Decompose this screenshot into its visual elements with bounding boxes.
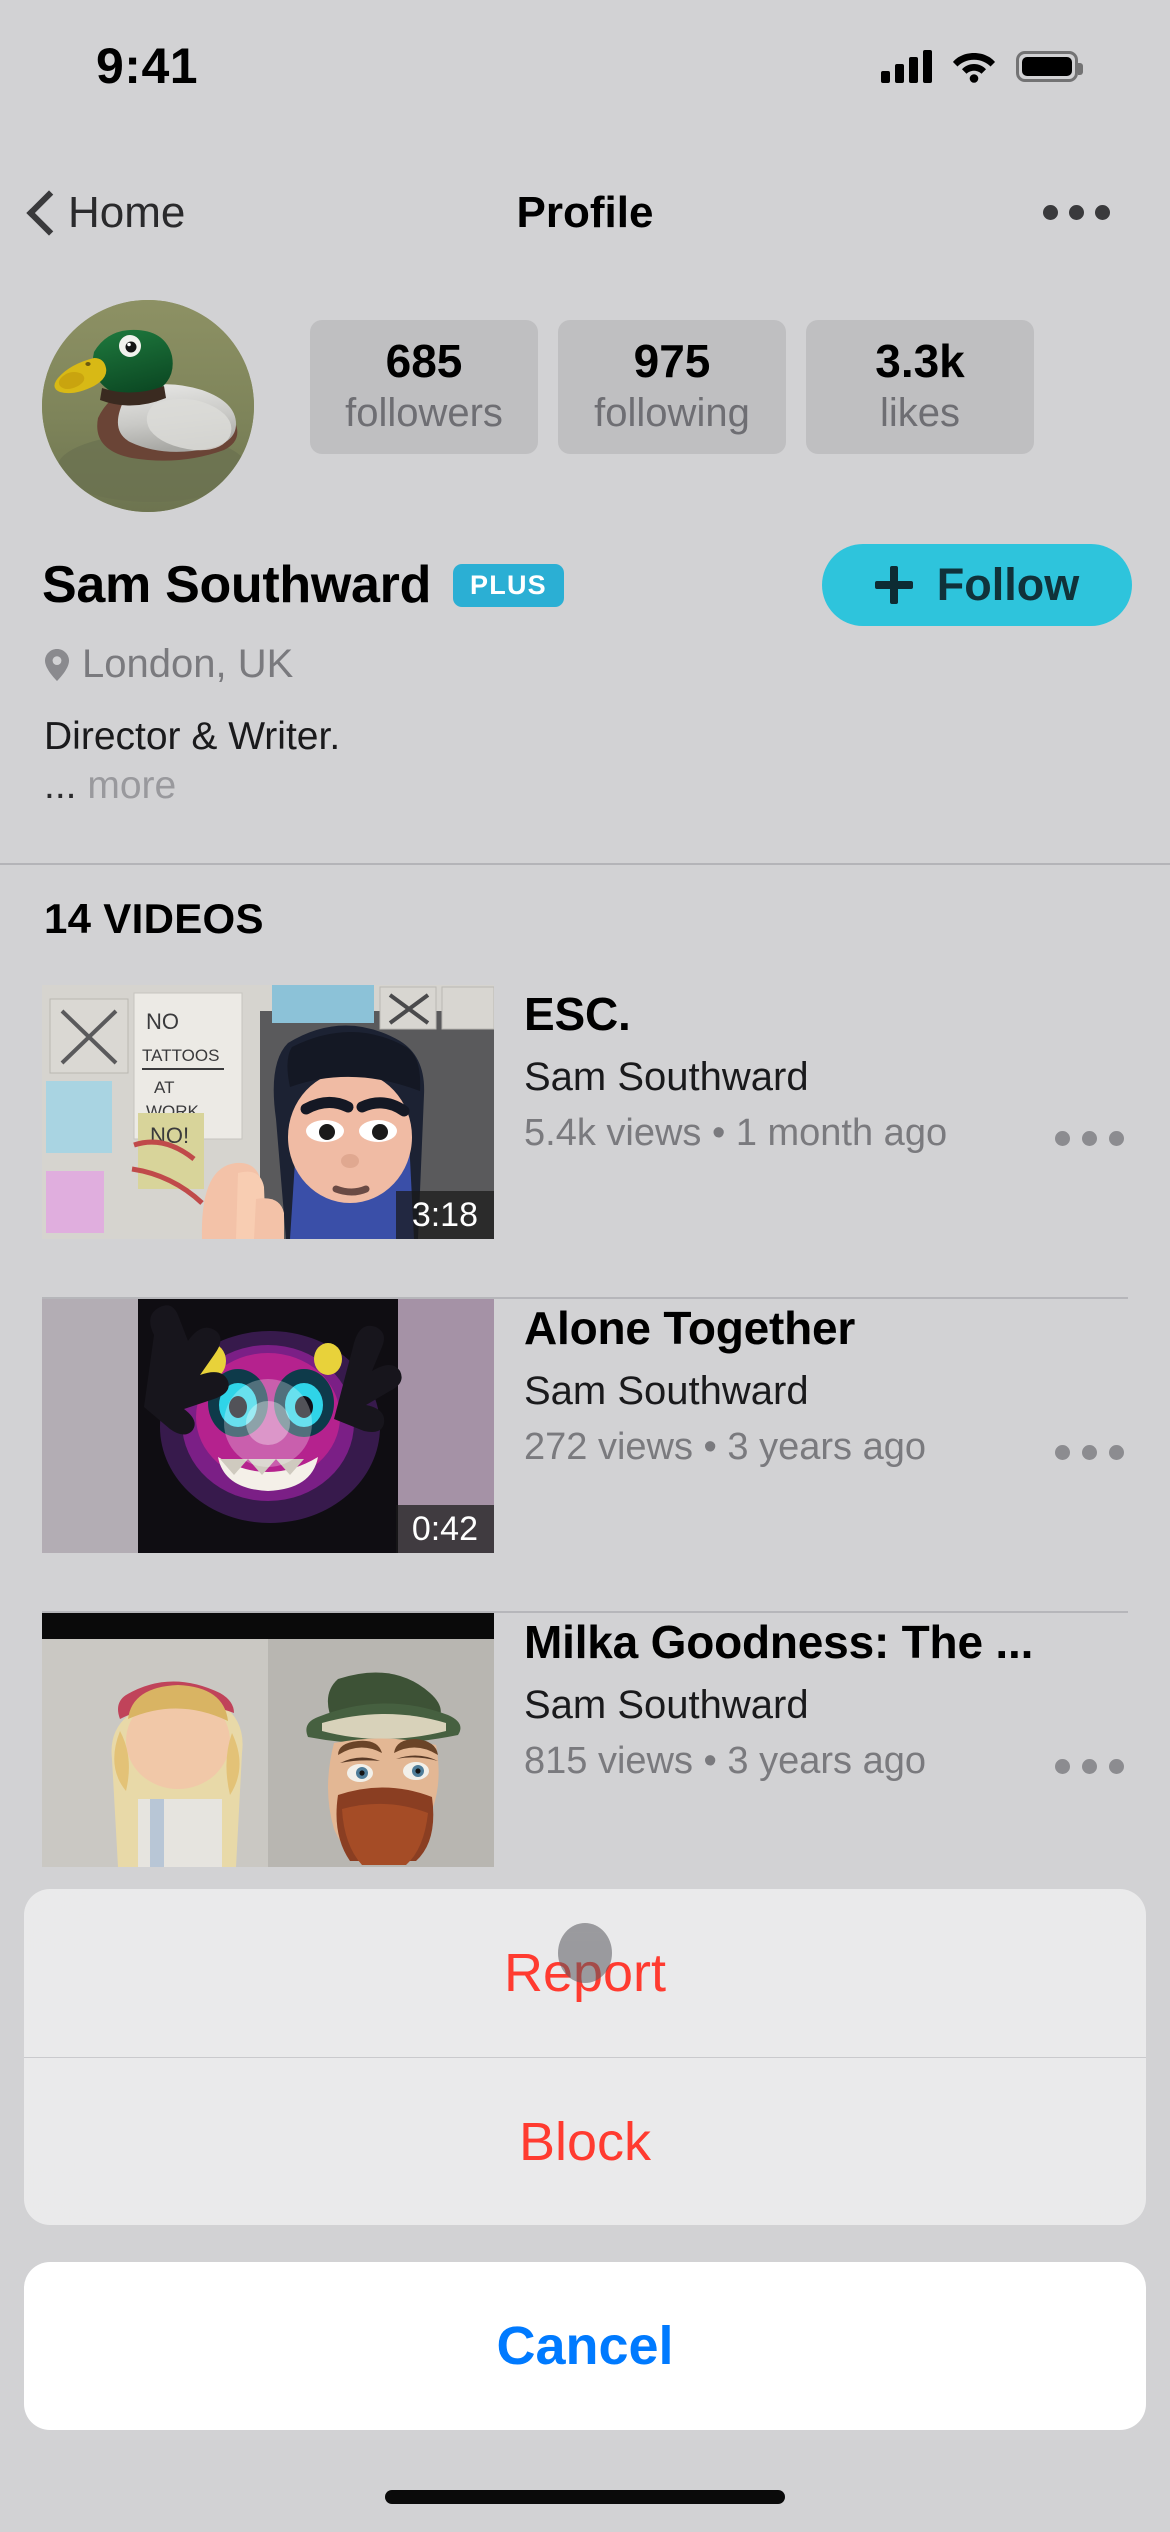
bio-more-button[interactable]: ... more: [44, 764, 1170, 808]
video-thumbnail[interactable]: NO TATTOOS AT WORK NO! 3:18: [42, 985, 494, 1239]
svg-text:TATTOOS: TATTOOS: [142, 1046, 219, 1065]
action-sheet-cancel-button[interactable]: Cancel: [24, 2262, 1146, 2430]
plus-icon: [874, 566, 913, 604]
ellipsis-icon-dot: [1069, 205, 1084, 220]
follow-button-label: Follow: [936, 559, 1080, 610]
video-list-item[interactable]: NO TATTOOS AT WORK NO! 3:18 ESC. Sam Sou…: [0, 985, 1170, 1299]
stat-followers-value: 685: [385, 334, 463, 387]
stat-followers-label: followers: [345, 391, 503, 436]
profile-header: 685 followers 975 following 3.3k likes S…: [0, 300, 1170, 808]
stat-likes-value: 3.3k: [875, 334, 965, 387]
stat-likes[interactable]: 3.3k likes: [806, 320, 1034, 454]
ellipsis-icon-dot: [1095, 205, 1110, 220]
ellipsis-icon-dot: [1055, 1445, 1070, 1460]
status-bar-indicators: [881, 49, 1083, 83]
video-title: ESC.: [524, 988, 631, 1040]
stat-likes-label: likes: [879, 391, 961, 436]
video-channel: Sam Southward: [524, 1369, 809, 1413]
ellipsis-icon-dot: [1055, 1131, 1070, 1146]
ellipsis-icon-dot: [1109, 1759, 1124, 1774]
video-more-button[interactable]: [1055, 1131, 1124, 1146]
stat-following-value: 975: [633, 334, 711, 387]
stat-following[interactable]: 975 following: [558, 320, 786, 454]
svg-text:NO: NO: [146, 1009, 179, 1034]
ellipsis-icon-dot: [1043, 205, 1058, 220]
cellular-signal-icon: [881, 49, 932, 83]
ellipsis-icon-dot: [1082, 1445, 1097, 1460]
section-divider: [0, 863, 1170, 865]
profile-bio-text: Director & Writer.: [44, 715, 341, 758]
ellipsis-icon-dot: [1055, 1759, 1070, 1774]
profile-bio: Director & Writer. ... more: [0, 713, 1170, 808]
action-sheet-block-label: Block: [518, 2111, 652, 2172]
ellipsis-icon-dot: [1109, 1131, 1124, 1146]
wifi-icon: [952, 49, 996, 83]
video-list-item[interactable]: 0:42 Alone Together Sam Southward 272 vi…: [0, 1299, 1170, 1613]
map-pin-icon: [44, 648, 70, 682]
video-thumbnail[interactable]: [42, 1613, 494, 1867]
profile-location-text: London, UK: [82, 642, 294, 686]
navigation-bar: Home Profile: [0, 165, 1170, 260]
video-channel: Sam Southward: [524, 1683, 809, 1727]
ellipsis-icon-dot: [1082, 1759, 1097, 1774]
more-options-button[interactable]: [1043, 165, 1110, 260]
video-meta: Alone Together Sam Southward 272 views •…: [524, 1299, 1170, 1469]
video-title: Alone Together: [524, 1302, 856, 1354]
avatar[interactable]: [42, 300, 254, 512]
stat-followers[interactable]: 685 followers: [310, 320, 538, 454]
video-duration: 3:18: [395, 1191, 494, 1239]
profile-location: London, UK: [0, 642, 1170, 687]
page-title: Profile: [516, 187, 654, 237]
bio-more-label: more: [87, 763, 177, 807]
video-list: NO TATTOOS AT WORK NO! 3:18 ESC. Sam Sou…: [0, 985, 1170, 1927]
bio-ellipsis: ...: [44, 763, 88, 807]
profile-name-row: Sam Southward PLUS Follow: [0, 544, 1170, 626]
action-sheet-cancel-label: Cancel: [496, 2316, 674, 2376]
ellipsis-icon-dot: [1109, 1445, 1124, 1460]
action-sheet-report-button[interactable]: Report: [24, 1889, 1146, 2057]
video-list-item[interactable]: Milka Goodness: The ... Sam Southward 81…: [0, 1613, 1170, 1927]
svg-text:AT: AT: [154, 1078, 174, 1097]
video-title: Milka Goodness: The ...: [524, 1616, 1034, 1668]
video-duration: 0:42: [395, 1505, 494, 1553]
video-thumbnail[interactable]: 0:42: [42, 1299, 494, 1553]
video-meta: ESC. Sam Southward 5.4k views • 1 month …: [524, 985, 1170, 1155]
action-sheet-block-button[interactable]: Block: [24, 2057, 1146, 2225]
profile-stats: 685 followers 975 following 3.3k likes: [310, 320, 1034, 454]
home-indicator: [385, 2490, 785, 2504]
plus-badge: PLUS: [453, 563, 564, 607]
video-more-button[interactable]: [1055, 1445, 1124, 1460]
video-meta: Milka Goodness: The ... Sam Southward 81…: [524, 1613, 1170, 1783]
follow-button[interactable]: Follow: [822, 544, 1132, 626]
video-channel: Sam Southward: [524, 1055, 809, 1099]
videos-section-header: 14 VIDEOS: [44, 895, 264, 942]
action-sheet: Report Block: [24, 1889, 1146, 2225]
ellipsis-icon-dot: [1082, 1131, 1097, 1146]
video-more-button[interactable]: [1055, 1759, 1124, 1774]
stat-following-label: following: [594, 391, 750, 436]
touch-indicator: [558, 1923, 612, 1983]
status-bar-time: 9:41: [96, 38, 199, 94]
battery-full-icon: [1016, 50, 1083, 82]
profile-display-name: Sam Southward: [42, 556, 432, 614]
status-bar: 9:41: [0, 0, 1170, 132]
